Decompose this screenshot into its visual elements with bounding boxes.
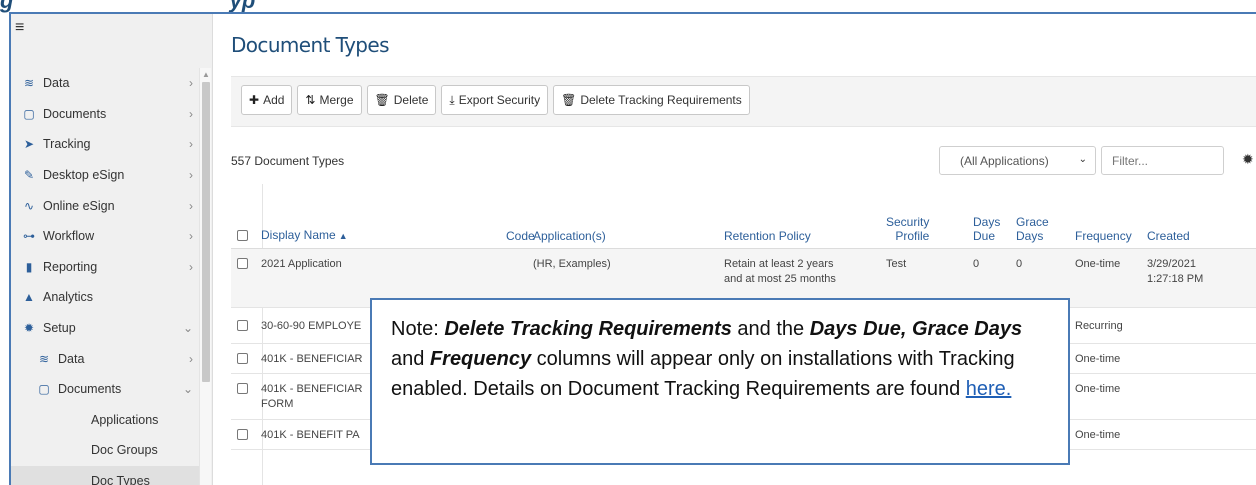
sidebar-item-setup[interactable]: ✹ Setup ⌄ (11, 313, 199, 344)
sidebar-item-reporting[interactable]: ▮ Reporting › (11, 252, 199, 283)
trash-icon: 🗑 (374, 93, 390, 107)
sidebar-item-label: Documents (58, 382, 122, 397)
column-display-name[interactable]: Display Name ▲ (261, 228, 348, 243)
sidebar-item-label: Documents (43, 106, 107, 121)
sidebar-item-tracking[interactable]: ➤ Tracking › (11, 129, 199, 160)
chevron-down-icon: ⌄ (182, 382, 193, 397)
chevron-down-icon: ⌄ (182, 321, 193, 336)
pen-icon: ✎ (23, 168, 35, 183)
delete-tracking-requirements-button[interactable]: 🗑 Delete Tracking Requirements (553, 85, 750, 115)
sort-ascending-icon: ▲ (338, 231, 348, 241)
sidebar-item-desktop-esign[interactable]: ✎ Desktop eSign › (11, 160, 199, 191)
merge-icon: ⇅ (305, 93, 316, 107)
column-frequency[interactable]: Frequency (1075, 229, 1132, 243)
sidebar-item-label: Doc Types (91, 474, 150, 485)
sidebar-item-doc-groups[interactable]: Doc Groups (11, 435, 199, 466)
sidebar-item-label: Data (58, 351, 85, 366)
database-icon: ≋ (38, 351, 50, 366)
chevron-right-icon: › (189, 76, 193, 91)
chevron-down-icon: ⌄ (1078, 154, 1087, 165)
area-chart-icon: ▲ (23, 290, 35, 305)
scroll-thumb[interactable] (202, 82, 210, 382)
sidebar-item-doc-types[interactable]: Doc Types (11, 465, 199, 485)
document-type-count: 557 Document Types (231, 154, 345, 168)
page-title: Document Types (231, 33, 390, 57)
sidebar: ≡ ≋ Data › ▢ Documents › ➤ Tracking › ✎ Desktop eS… (11, 14, 213, 485)
toolbar: ✚ Add ⇅ Merge 🗑 Delete ⤓ Export Security 🗑 De… (231, 76, 1256, 127)
document-heading-cropped: g yp (0, 0, 256, 13)
sidebar-item-label: Applications (91, 412, 159, 427)
cog-icon: ✹ (23, 321, 35, 336)
sidebar-item-analytics[interactable]: ▲ Analytics (11, 282, 199, 313)
column-created[interactable]: Created (1147, 229, 1190, 243)
chevron-right-icon: › (189, 259, 193, 274)
export-security-button[interactable]: ⤓ Export Security (441, 85, 549, 115)
application-select[interactable]: (All Applications) ⌄ (939, 146, 1096, 175)
sidebar-item-label: Data (43, 76, 70, 91)
row-checkbox[interactable] (237, 258, 248, 269)
sidebar-item-applications[interactable]: Applications (11, 405, 199, 436)
hamburger-menu-icon[interactable]: ≡ (15, 19, 24, 37)
sitemap-icon: ⊶ (23, 229, 35, 244)
column-security-profile[interactable]: Security Profile (886, 215, 929, 243)
sidebar-item-label: Setup (43, 321, 76, 336)
sidebar-item-documents[interactable]: ▢ Documents ⌄ (11, 374, 199, 405)
plus-icon: ✚ (249, 93, 260, 107)
delete-button[interactable]: 🗑 Delete (366, 85, 437, 115)
clipboard-icon: ▢ (23, 106, 35, 121)
chevron-right-icon: › (189, 168, 193, 183)
clipboard-icon: ▢ (38, 382, 50, 397)
sidebar-item-label: Tracking (43, 137, 91, 152)
scroll-up-arrow-icon[interactable]: ▲ (202, 70, 210, 79)
sidebar-item-label: Analytics (43, 290, 94, 305)
sidebar-scrollbar[interactable]: ▲ (199, 68, 211, 485)
sidebar-item-online-esign[interactable]: ∿ Online eSign › (11, 190, 199, 221)
merge-button[interactable]: ⇅ Merge (297, 85, 362, 115)
paper-plane-icon: ➤ (23, 137, 35, 152)
sidebar-item-label: Workflow (43, 229, 95, 244)
select-all-checkbox[interactable] (237, 230, 248, 241)
chevron-right-icon: › (189, 106, 193, 121)
sidebar-item-documents[interactable]: ▢ Documents › (11, 99, 199, 130)
database-icon: ≋ (23, 76, 35, 91)
row-checkbox[interactable] (237, 383, 248, 394)
sidebar-item-label: Online eSign (43, 198, 115, 213)
column-days-due[interactable]: Days Due (973, 215, 1000, 243)
download-icon: ⤓ (449, 92, 455, 107)
column-applications[interactable]: Application(s) (533, 229, 606, 243)
chevron-right-icon: › (189, 137, 193, 152)
row-checkbox[interactable] (237, 320, 248, 331)
note-callout: Note: Delete Tracking Requirements and t… (370, 298, 1070, 465)
file-icon: ▮ (25, 259, 33, 274)
add-button[interactable]: ✚ Add (241, 85, 293, 115)
sidebar-item-label: Doc Groups (91, 443, 158, 458)
signature-icon: ∿ (23, 198, 35, 213)
filter-input[interactable] (1101, 146, 1224, 175)
here-link[interactable]: here. (966, 378, 1012, 400)
column-retention-policy[interactable]: Retention Policy (724, 229, 811, 243)
sidebar-item-data[interactable]: ≋ Data › (11, 68, 199, 99)
column-grace-days[interactable]: Grace Days (1016, 215, 1049, 243)
sidebar-item-workflow[interactable]: ⊶ Workflow › (11, 221, 199, 252)
row-checkbox[interactable] (237, 353, 248, 364)
row-checkbox[interactable] (237, 429, 248, 440)
trash-icon: 🗑 (561, 93, 577, 107)
sidebar-nav: ≋ Data › ▢ Documents › ➤ Tracking › ✎ Desktop eSig… (11, 68, 199, 485)
table-header: Display Name ▲ Code Application(s) Retent… (231, 206, 1256, 249)
sidebar-item-label: Desktop eSign (43, 168, 125, 183)
sidebar-item-data[interactable]: ≋ Data › (11, 343, 199, 374)
chevron-right-icon: › (189, 229, 193, 244)
gear-icon[interactable]: ✹ (1242, 151, 1254, 168)
column-code[interactable]: Code (506, 229, 535, 243)
sidebar-item-label: Reporting (43, 259, 98, 274)
chevron-right-icon: › (189, 351, 193, 366)
chevron-right-icon: › (189, 198, 193, 213)
